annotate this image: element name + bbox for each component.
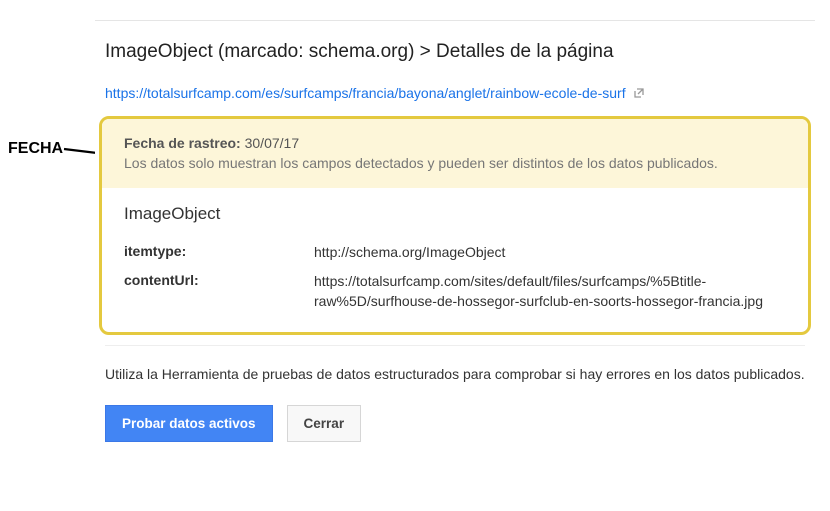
crawl-date-value: 30/07/17	[245, 135, 300, 151]
page-url-link[interactable]: https://totalsurfcamp.com/es/surfcamps/f…	[95, 85, 655, 112]
page-url-text: https://totalsurfcamp.com/es/surfcamps/f…	[105, 85, 626, 101]
details-panel: ImageObject (marcado: schema.org) > Deta…	[95, 20, 815, 442]
field-key: itemtype:	[124, 243, 314, 263]
table-row: contentUrl: https://totalsurfcamp.com/si…	[124, 267, 790, 316]
object-body: ImageObject itemtype: http://schema.org/…	[102, 188, 808, 333]
breadcrumb: ImageObject (marcado: schema.org) > Deta…	[95, 21, 815, 85]
object-title: ImageObject	[124, 200, 790, 238]
crawl-info-banner: Fecha de rastreo: 30/07/17 Los datos sol…	[102, 119, 808, 188]
crawl-note: Los datos solo muestran los campos detec…	[124, 155, 718, 171]
test-live-data-button[interactable]: Probar datos activos	[105, 405, 273, 442]
field-value: https://totalsurfcamp.com/sites/default/…	[314, 272, 790, 311]
highlight-box: Fecha de rastreo: 30/07/17 Los datos sol…	[99, 116, 811, 335]
annotation-label: FECHA	[8, 140, 63, 158]
field-key: contentUrl:	[124, 272, 314, 311]
close-button[interactable]: Cerrar	[287, 405, 362, 442]
button-row: Probar datos activos Cerrar	[95, 399, 815, 442]
footer-note: Utiliza la Herramienta de pruebas de dat…	[95, 346, 815, 398]
external-link-icon	[633, 86, 645, 102]
field-value: http://schema.org/ImageObject	[314, 243, 790, 263]
crawl-date-label: Fecha de rastreo:	[124, 135, 241, 151]
table-row: itemtype: http://schema.org/ImageObject	[124, 238, 790, 268]
